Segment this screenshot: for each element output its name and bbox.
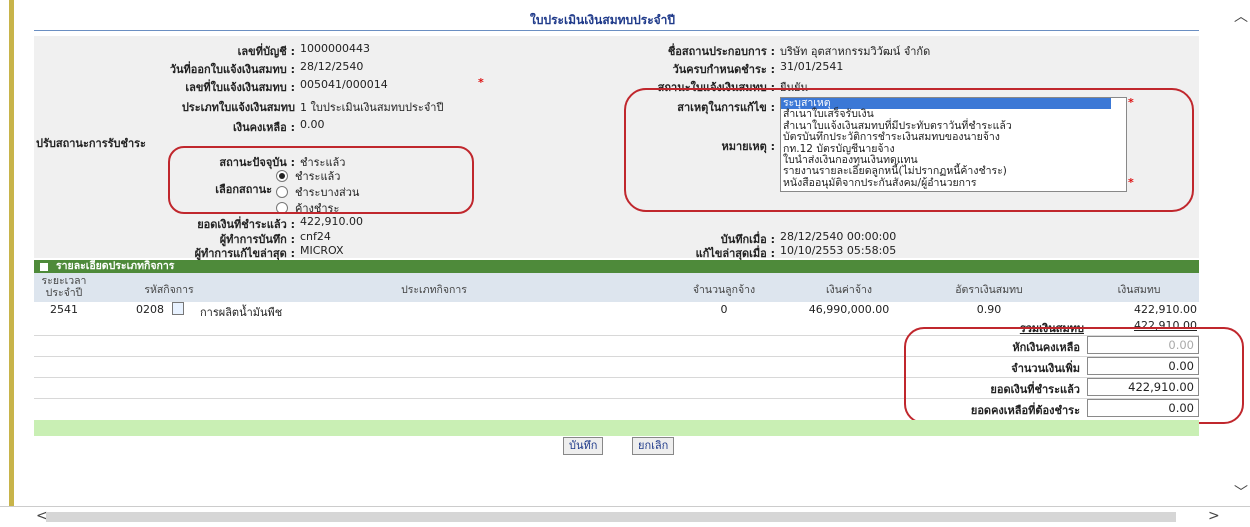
recorder-value: cnf24 xyxy=(300,230,331,243)
due-date-label: วันครบกำหนดชำระ : xyxy=(672,63,775,76)
cancel-button[interactable]: ยกเลิก xyxy=(632,437,675,455)
grid-icon xyxy=(40,263,48,271)
cell-contribution: 422,910.00 xyxy=(1134,303,1197,316)
saved-at-value: 28/12/2540 00:00:00 xyxy=(780,230,897,243)
left-accent-bar xyxy=(9,0,14,506)
scroll-up-icon[interactable]: ︿ xyxy=(1234,6,1248,26)
cell-employees: 0 xyxy=(720,303,728,316)
col-wages: เงินค่าจ้าง xyxy=(826,284,872,296)
cell-rate: 0.90 xyxy=(976,303,1002,316)
col-period: ระยะเวลาประจำปี xyxy=(41,275,87,299)
save-button[interactable]: บันทึก xyxy=(563,437,604,455)
balance-value: 0.00 xyxy=(300,118,325,131)
title-divider xyxy=(34,30,1199,31)
scroll-down-icon[interactable]: ﹀ xyxy=(1234,482,1248,502)
col-type: ประเภทกิจการ xyxy=(401,284,467,296)
employer-label: ชื่อสถานประกอบการ : xyxy=(667,45,775,58)
cell-code: 0208 xyxy=(136,303,164,316)
due-date-value: 31/01/2541 xyxy=(780,60,844,73)
scrollbar-thumb[interactable] xyxy=(46,512,1176,522)
adjust-status-heading: ปรับสถานะการรับชำระ xyxy=(36,137,146,150)
grid-header-title: รายละเอียดประเภทกิจการ xyxy=(56,260,175,272)
grid-column-headers: ระยะเวลาประจำปี รหัสกิจการ ประเภทกิจการ … xyxy=(34,273,1199,302)
annotation-oval-summary xyxy=(904,327,1244,424)
notice-type-label: ประเภทใบแจ้งเงินสมทบ xyxy=(181,101,295,114)
annotation-oval-status xyxy=(168,146,474,214)
scroll-right-icon[interactable]: > xyxy=(1208,508,1220,524)
col-rate: อัตราเงินสมทบ xyxy=(955,284,1023,296)
page-title: ใบประเมินเงินสมทบประจำปี xyxy=(530,13,676,27)
table-row: 2541 0208 การผลิตน้ำมันพืช 0 46,990,000.… xyxy=(34,302,1199,320)
employer-value: บริษัท อุตสาหกรรมวิวัฒน์ จำกัด xyxy=(780,45,931,58)
assessment-page: ใบประเมินเงินสมทบประจำปี เลขที่บัญชี : 1… xyxy=(0,0,1250,527)
account-no-label: เลขที่บัญชี : xyxy=(237,45,295,58)
annotation-oval-reason xyxy=(624,88,1194,212)
issue-date-value: 28/12/2540 xyxy=(300,60,364,73)
edited-at-value: 10/10/2553 05:58:05 xyxy=(780,244,897,257)
cell-type: การผลิตน้ำมันพืช xyxy=(200,306,283,319)
grid-header: รายละเอียดประเภทกิจการ xyxy=(34,260,1199,273)
paid-value: 422,910.00 xyxy=(300,215,363,228)
col-code: รหัสกิจการ xyxy=(144,284,194,296)
last-editor-value: MICROX xyxy=(300,244,344,257)
notice-type-value: 1 ใบประเมินเงินสมทบประจำปี xyxy=(300,101,444,114)
cell-period: 2541 xyxy=(50,303,78,316)
horizontal-scrollbar[interactable]: < > xyxy=(0,506,1250,527)
col-employees: จำนวนลูกจ้าง xyxy=(692,284,756,296)
account-no-value: 1000000443 xyxy=(300,42,370,55)
notice-no-value: 005041/000014 xyxy=(300,78,388,91)
issue-date-label: วันที่ออกใบแจ้งเงินสมทบ : xyxy=(169,63,295,76)
grid-footer-bar xyxy=(34,420,1199,436)
col-contribution: เงินสมทบ xyxy=(1117,284,1161,296)
document-icon[interactable] xyxy=(172,302,184,315)
notice-no-label: เลขที่ใบแจ้งเงินสมทบ : xyxy=(185,81,295,94)
required-mark: * xyxy=(478,76,484,89)
cell-wages: 46,990,000.00 xyxy=(808,303,890,316)
